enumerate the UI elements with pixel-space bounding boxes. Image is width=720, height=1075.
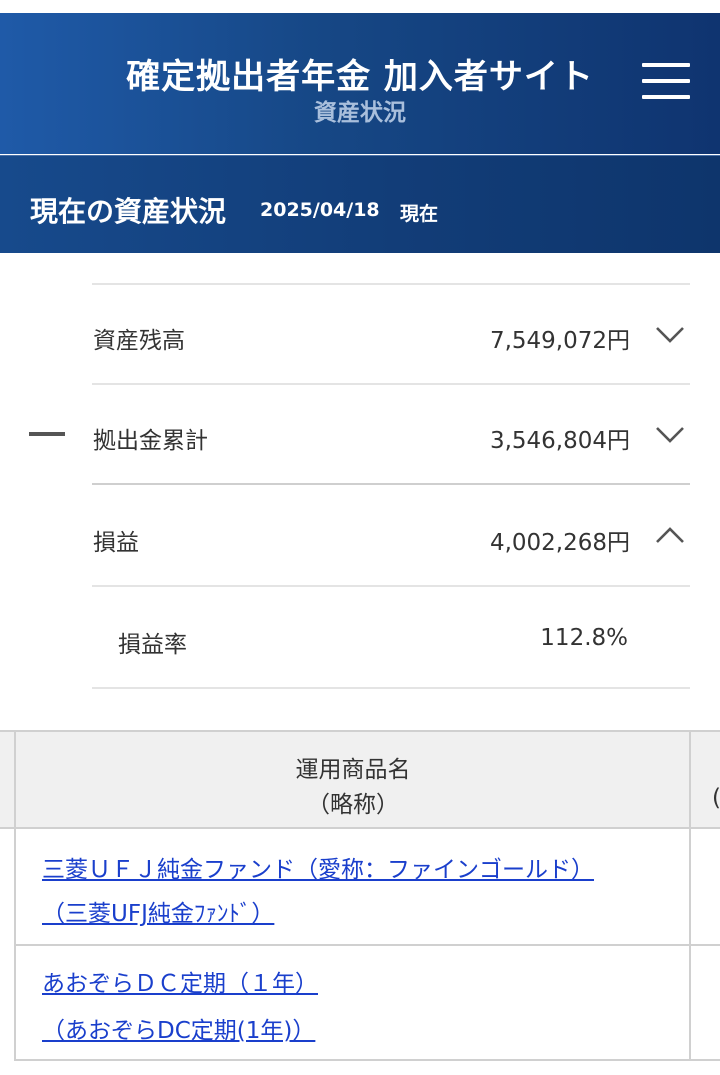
asset-summary: 資産残高 7,549,072円 拠出金累計 3,546,804円 損益 4,00… (0, 253, 720, 729)
row-divider (16, 1059, 720, 1061)
app-title: 確定拠出者年金 加入者サイト (126, 57, 594, 97)
menu-bar (642, 63, 690, 67)
asset-balance-value: 7,549,072円 (489, 328, 630, 354)
divider (92, 483, 690, 485)
divider (92, 383, 690, 385)
fund-table: 運用商品名 （略称） ( 三菱ＵＦＪ純金ファンド（愛称：ファインゴールド） （三… (0, 730, 720, 1075)
hamburger-menu-icon[interactable] (638, 61, 694, 105)
chevron-up-icon[interactable] (654, 525, 686, 545)
row-divider (16, 944, 720, 946)
divider (92, 585, 690, 587)
table-border (689, 730, 691, 1061)
section-header: 現在の資産状況 2025/04/18 現在 (0, 155, 720, 253)
menu-bar (642, 95, 690, 99)
asset-balance-label: 資産残高 (93, 328, 185, 354)
as-of-suffix: 現在 (400, 203, 439, 225)
contribution-total-label: 拠出金累計 (93, 428, 208, 454)
divider (92, 687, 690, 689)
column-header-clipped: ( (712, 785, 720, 811)
column-header-fund-name: 運用商品名 (295, 757, 411, 783)
profit-rate-value: 112.8% (540, 625, 628, 651)
divider (92, 283, 690, 285)
top-strip (0, 0, 720, 13)
table-header-cell (690, 730, 720, 829)
app-subtitle: 資産状況 (314, 100, 406, 126)
profit-loss-value: 4,002,268円 (489, 530, 630, 556)
contribution-total-value: 3,546,804円 (489, 428, 630, 454)
as-of-date: 2025/04/18 (260, 199, 380, 221)
section-title: 現在の資産状況 (30, 195, 227, 228)
fund-link-name[interactable]: あおぞらＤＣ定期（１年） (42, 964, 318, 998)
fund-link-short[interactable]: （あおぞらDC定期(1年)） (42, 1011, 315, 1045)
profit-rate-label: 損益率 (118, 632, 187, 658)
chevron-down-icon[interactable] (654, 425, 686, 445)
profit-loss-label: 損益 (93, 530, 139, 556)
column-header-fund-short: （略称） (307, 792, 399, 818)
fund-link-short[interactable]: （三菱UFJ純金ﾌｧﾝﾄﾞ） (42, 894, 274, 928)
app-header: 確定拠出者年金 加入者サイト 資産状況 (0, 13, 720, 154)
fund-link-name[interactable]: 三菱ＵＦＪ純金ファンド（愛称：ファインゴールド） (42, 850, 594, 884)
menu-bar (642, 79, 690, 83)
table-border (14, 730, 16, 1061)
chevron-down-icon[interactable] (654, 325, 686, 345)
minus-icon (29, 432, 65, 436)
